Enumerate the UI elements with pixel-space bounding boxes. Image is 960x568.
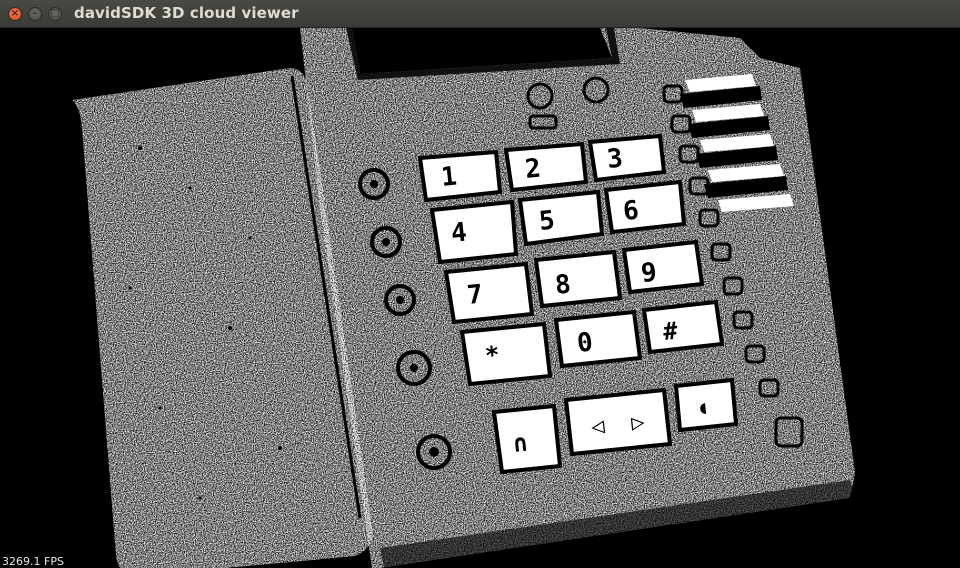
key-9 [621, 239, 705, 295]
svg-text:*: * [484, 341, 501, 370]
window-title: davidSDK 3D cloud viewer [74, 4, 299, 22]
svg-text:1: 1 [440, 161, 459, 192]
key-hash [641, 299, 725, 355]
key-7 [443, 261, 535, 325]
point-cloud-viewport[interactable]: 1 2 3 4 5 6 7 8 9 * 0 # ∩ ◁ ▷ ◖ 3269.1 F… [0, 28, 960, 568]
key-3 [587, 133, 667, 183]
svg-text:4: 4 [450, 217, 469, 248]
close-icon: × [10, 8, 20, 19]
svg-text:7: 7 [466, 279, 485, 310]
key-4 [429, 199, 519, 265]
svg-text:6: 6 [622, 195, 641, 226]
minimize-window-button[interactable]: – [28, 7, 42, 21]
svg-text:◖: ◖ [696, 397, 709, 419]
close-window-button[interactable]: × [8, 7, 22, 21]
key-6 [603, 179, 687, 235]
key-nav [563, 387, 673, 457]
title-bar[interactable]: × – □ davidSDK 3D cloud viewer [0, 0, 960, 28]
svg-text:8: 8 [554, 269, 573, 300]
svg-text:0: 0 [576, 327, 595, 358]
key-1 [417, 149, 503, 203]
key-5 [517, 189, 605, 247]
point-cloud-render: 1 2 3 4 5 6 7 8 9 * 0 # ∩ ◁ ▷ ◖ [72, 28, 856, 568]
fps-counter: 3269.1 FPS [2, 555, 64, 568]
maximize-window-button[interactable]: □ [48, 7, 62, 21]
key-0 [553, 309, 643, 369]
svg-text:9: 9 [640, 257, 659, 288]
svg-text:2: 2 [524, 153, 543, 184]
key-star [459, 321, 553, 387]
svg-text:5: 5 [538, 205, 557, 236]
key-8 [533, 249, 623, 309]
maximize-icon: □ [50, 8, 60, 19]
svg-text:3: 3 [606, 143, 625, 174]
svg-text:∩: ∩ [512, 429, 529, 458]
minimize-icon: – [32, 8, 38, 19]
key-2 [503, 141, 589, 193]
